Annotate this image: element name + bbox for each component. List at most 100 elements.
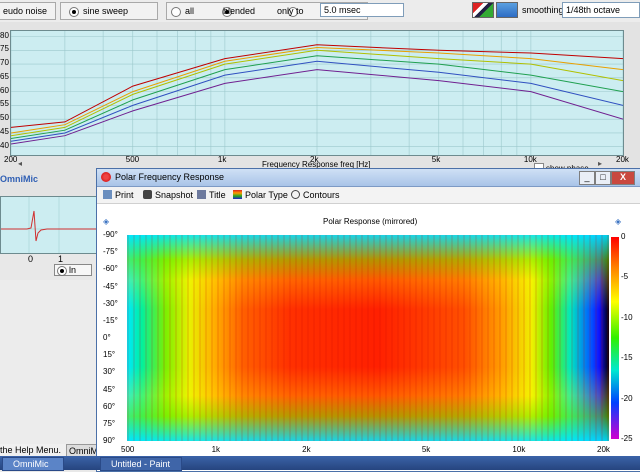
polar-y-tick: 0° [103,333,111,342]
smoothing-select[interactable]: 1/48th octave [562,2,640,18]
polar-type-icon [233,190,242,199]
minimize-icon: _ [584,172,590,182]
title-icon [197,190,206,199]
colorbar [611,237,619,439]
all-radio[interactable] [171,6,181,17]
impulse-svg [1,197,97,253]
freq-x-tick: 1k [217,155,227,164]
polar-type-button[interactable]: Polar Type [233,189,288,201]
ln-option[interactable]: ln [54,264,92,276]
polar-y-tick: -60° [103,264,118,274]
polar-y-tick: 30° [103,367,116,377]
contours-label: Contours [303,190,340,200]
freq-y-tick: 80 [0,30,9,40]
title-button[interactable]: Title [197,189,226,201]
close-button[interactable]: X [611,171,635,185]
zoom-right-icon[interactable]: ◈ [615,217,621,226]
freq-x-tick: 20k [616,155,629,164]
camera-icon [143,190,152,199]
only-to-label: only to [277,6,304,16]
polar-y-tick: -15° [103,315,118,325]
polar-x-tick: 2k [302,445,311,454]
polar-y-tick: 45° [103,384,116,394]
app-icon [101,172,111,182]
ln-radio[interactable] [57,265,67,276]
close-icon: X [619,172,626,182]
taskbar-item-paint[interactable]: Untitled - Paint [100,457,182,471]
freq-y-tick: 50 [0,113,9,123]
polar-y-tick: 75° [103,418,116,428]
sine-sweep-option[interactable]: sine sweep [60,2,158,20]
polar-y-tick: 90° [103,436,116,445]
colorbar-tick: -20 [621,393,633,403]
polar-x-tick: 1k [211,445,221,454]
polar-y-tick: -30° [103,298,118,308]
sine-sweep-radio[interactable] [69,6,79,17]
colorbar-tick: -25 [621,434,633,443]
colorbar-tick: -15 [621,353,633,363]
minimize-button[interactable]: _ [579,171,595,185]
zoom-left-icon[interactable]: ◈ [103,217,109,226]
freq-y-tick: 60 [0,85,9,95]
freq-x-tick: 200 [4,155,18,164]
polar-title-bar[interactable]: Polar Frequency Response _ □ X [97,169,640,187]
colorbar-tick: -10 [621,312,633,322]
title-label: Title [209,190,226,200]
polar-window: Polar Frequency Response _ □ X Print Sna… [96,168,640,472]
freq-y-tick: 45 [0,126,9,136]
polar-y-tick: -75° [103,247,118,257]
impulse-x-tick-1: 1 [58,254,64,264]
polar-x-tick: 500 [121,445,135,454]
polar-x-tick: 5k [421,445,431,454]
sine-sweep-label: sine sweep [83,6,129,16]
polar-x-tick: 10k [512,445,526,454]
contours-button[interactable]: Contours [291,189,340,201]
colorbar-tick: -5 [621,272,629,282]
contours-icon [291,190,300,199]
blended-label: blended [223,6,256,16]
heatmap-texture [127,235,609,441]
polar-y-tick: -45° [103,281,118,291]
freq-y-tick: 40 [0,140,9,150]
all-label: all [185,6,195,16]
freq-x-tick: 5k [431,155,441,164]
freq-y-tick: 70 [0,58,9,68]
maximize-icon: □ [600,172,606,182]
pseudo-noise-label: eudo noise [3,6,48,16]
frequency-response-plot [10,30,624,156]
polar-y-tick: -90° [103,230,118,239]
polar-type-label: Polar Type [245,190,288,200]
left-blank-area [0,280,96,444]
polar-x-tick: 20k [597,445,610,454]
view-icon[interactable] [496,2,518,18]
polar-chart-title: Polar Response (mirrored) [323,217,418,226]
maximize-button[interactable]: □ [595,171,611,185]
impulse-plot [0,196,98,254]
print-label: Print [115,190,134,200]
taskbar: OmniMic Untitled - Paint [0,456,640,471]
taskbar-item-omnimic[interactable]: OmniMic [2,457,64,471]
printer-icon [103,190,112,199]
freq-plot-svg [11,31,623,155]
taskbar-paint-label: Untitled - Paint [111,459,171,469]
snapshot-button[interactable]: Snapshot [143,189,193,201]
taskbar-omnimic-label: OmniMic [13,459,49,469]
freq-y-tick: 55 [0,99,9,109]
snapshot-label: Snapshot [155,190,194,200]
polar-heatmap [127,235,609,441]
omnimic-logo: OmniMic [0,174,39,184]
colorbar-tick: 0 [621,232,626,241]
pseudo-noise-option[interactable]: eudo noise [0,2,56,20]
freq-y-tick: 75 [0,44,9,54]
flag-icon[interactable] [472,2,494,18]
print-button[interactable]: Print [103,189,134,201]
scroll-right-icon[interactable]: ▸ [598,159,606,168]
freq-y-tick: 65 [0,71,9,81]
only-to-input[interactable]: 5.0 msec [320,3,404,17]
smoothing-value: 1/48th octave [566,5,621,15]
polar-y-tick: 15° [103,350,116,360]
freq-x-tick: 500 [125,155,140,164]
scroll-left-icon[interactable]: ◂ [18,159,26,168]
ln-label: ln [69,265,77,275]
polar-window-title: Polar Frequency Response [115,172,225,182]
